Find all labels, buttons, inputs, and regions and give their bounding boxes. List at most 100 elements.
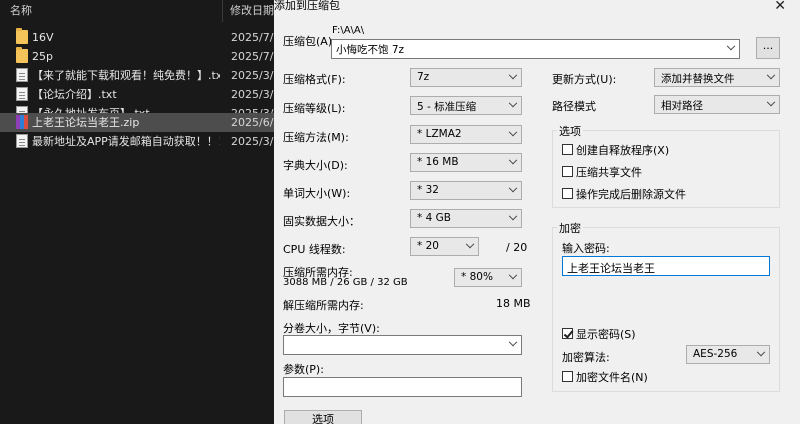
- file-row-txt-2[interactable]: 【论坛介绍】.txt 2025/3/2: [0, 85, 274, 104]
- chevron-down-icon: [508, 211, 518, 221]
- cpu-label: CPU 线程数:: [283, 243, 346, 256]
- format-select[interactable]: 7z: [410, 68, 522, 87]
- file-name: 【来了就能下载和观看！纯免费！】.txt: [32, 69, 220, 82]
- dict-select[interactable]: * 16 MB: [410, 153, 522, 172]
- mem-decompress-label: 解压缩所需内存:: [283, 299, 364, 312]
- mem-percent-value: * 80%: [461, 271, 493, 283]
- chevron-down-icon: [508, 98, 518, 108]
- chevron-down-icon: [508, 337, 518, 347]
- chevron-down-icon: [726, 41, 736, 51]
- text-file-icon: [16, 68, 28, 82]
- archive-name-value: 小悔吃不饱 7z: [336, 44, 405, 56]
- zip-archive-icon: [16, 115, 28, 129]
- delete-after-checkbox[interactable]: [562, 188, 573, 199]
- method-select[interactable]: * LZMA2: [410, 125, 522, 144]
- dict-value: * 16 MB: [417, 156, 459, 168]
- dict-label: 字典大小(D):: [283, 159, 348, 172]
- file-name: 上老王论坛当老王.zip: [32, 116, 140, 129]
- file-name: 25p: [32, 50, 53, 63]
- file-date: 2025/3/2: [231, 135, 274, 148]
- chevron-down-icon: [756, 347, 766, 357]
- params-label: 参数(P):: [283, 363, 324, 376]
- chevron-down-icon: [766, 97, 776, 107]
- chevron-down-icon: [508, 270, 518, 280]
- password-input[interactable]: 上老王论坛当老王: [562, 256, 770, 276]
- column-header-date[interactable]: 修改日期: [230, 0, 274, 22]
- file-row-25p[interactable]: 25p 2025/7/2: [0, 47, 274, 66]
- show-password-label[interactable]: 显示密码(S): [576, 326, 636, 342]
- encryption-method-label: 加密算法:: [562, 351, 610, 364]
- sfx-checkbox[interactable]: [562, 144, 573, 155]
- file-date: 2025/6/2: [231, 116, 274, 129]
- file-row-txt-4[interactable]: 最新地址及APP请发邮箱自动获取！！！ .... 2025/3/2: [0, 132, 274, 151]
- chevron-down-icon: [508, 183, 518, 193]
- shared-files-checkbox[interactable]: [562, 166, 573, 177]
- file-row-zip[interactable]: 上老王论坛当老王.zip 2025/6/2: [0, 113, 274, 132]
- split-combo[interactable]: [283, 335, 522, 355]
- folder-icon: [16, 28, 28, 44]
- method-label: 压缩方法(M):: [283, 131, 349, 144]
- sort-up-icon[interactable]: ⌃: [113, 0, 121, 7]
- word-label: 单词大小(W):: [283, 187, 351, 200]
- chevron-down-icon: [508, 70, 518, 80]
- file-row-16v[interactable]: 16V 2025/7/2: [0, 28, 274, 47]
- options-button[interactable]: 选项: [284, 410, 362, 424]
- format-label: 压缩格式(F):: [283, 73, 346, 86]
- params-input[interactable]: [283, 377, 522, 397]
- password-value: 上老王论坛当老王: [567, 262, 655, 275]
- method-value: * LZMA2: [417, 128, 462, 140]
- encryption-method-value: AES-256: [693, 348, 738, 360]
- chevron-down-icon: [508, 155, 518, 165]
- file-date: 2025/3/2: [231, 88, 274, 101]
- mem-percent-select[interactable]: * 80%: [454, 268, 522, 287]
- column-header-name[interactable]: 名称: [10, 0, 32, 22]
- file-row-txt-1[interactable]: 【来了就能下载和观看！纯免费！】.txt 2025/3/2: [0, 66, 274, 85]
- path-mode-value: 相对路径: [661, 100, 703, 112]
- delete-after-label[interactable]: 操作完成后删除源文件: [576, 186, 686, 202]
- chevron-down-icon: [508, 127, 518, 137]
- file-explorer-pane: ⌃ 名称 修改日期 16V 2025/7/2 25p 2025/7/2 【来了就…: [0, 0, 274, 424]
- cpu-total: / 20: [506, 241, 528, 254]
- sfx-label[interactable]: 创建自释放程序(X): [576, 142, 669, 158]
- encrypt-names-label[interactable]: 加密文件名(N): [576, 369, 648, 385]
- split-label: 分卷大小，字节(V):: [283, 322, 380, 335]
- archive-label: 压缩包(A): [283, 35, 333, 48]
- archive-path: F:\A\A\: [332, 25, 365, 36]
- file-date: 2025/7/2: [231, 31, 274, 44]
- browse-button[interactable]: ...: [756, 37, 780, 59]
- options-group-title: 选项: [557, 123, 583, 139]
- update-mode-value: 添加并替换文件: [661, 73, 735, 85]
- file-date: 2025/3/2: [231, 69, 274, 82]
- word-select[interactable]: * 32: [410, 181, 522, 200]
- solid-select[interactable]: * 4 GB: [410, 209, 522, 228]
- show-password-checkbox[interactable]: [562, 328, 573, 339]
- file-name: 【论坛介绍】.txt: [32, 88, 117, 101]
- encryption-group-title: 加密: [557, 220, 583, 236]
- column-separator[interactable]: [222, 0, 223, 22]
- mem-compress-detail: 3088 MB / 26 GB / 32 GB: [283, 277, 408, 288]
- archive-name-combo[interactable]: 小悔吃不饱 7z: [331, 39, 740, 59]
- file-name: 最新地址及APP请发邮箱自动获取！！！ ....: [32, 135, 220, 148]
- solid-value: * 4 GB: [417, 212, 451, 224]
- level-select[interactable]: 5 - 标准压缩: [410, 96, 522, 115]
- close-icon[interactable]: ✕: [774, 0, 786, 14]
- add-to-archive-dialog: 添加到压缩包 ✕ 压缩包(A) F:\A\A\ 小悔吃不饱 7z ... 压缩格…: [274, 0, 800, 424]
- cpu-select[interactable]: * 20: [410, 237, 479, 256]
- chevron-down-icon: [766, 70, 776, 80]
- encrypt-names-checkbox[interactable]: [562, 371, 573, 382]
- update-mode-select[interactable]: 添加并替换文件: [654, 68, 780, 87]
- file-name: 16V: [32, 31, 54, 44]
- text-file-icon: [16, 134, 28, 148]
- shared-files-label[interactable]: 压缩共享文件: [576, 164, 642, 180]
- level-label: 压缩等级(L):: [283, 102, 346, 115]
- path-mode-select[interactable]: 相对路径: [654, 95, 780, 114]
- word-value: * 32: [417, 184, 439, 196]
- path-mode-label: 路径模式: [552, 100, 596, 113]
- text-file-icon: [16, 87, 28, 101]
- chevron-down-icon: [465, 239, 475, 249]
- update-mode-label: 更新方式(U):: [552, 73, 617, 86]
- folder-icon: [16, 47, 28, 63]
- dialog-title: 添加到压缩包: [274, 0, 340, 12]
- level-value: 5 - 标准压缩: [417, 101, 477, 113]
- encryption-method-select[interactable]: AES-256: [686, 345, 770, 364]
